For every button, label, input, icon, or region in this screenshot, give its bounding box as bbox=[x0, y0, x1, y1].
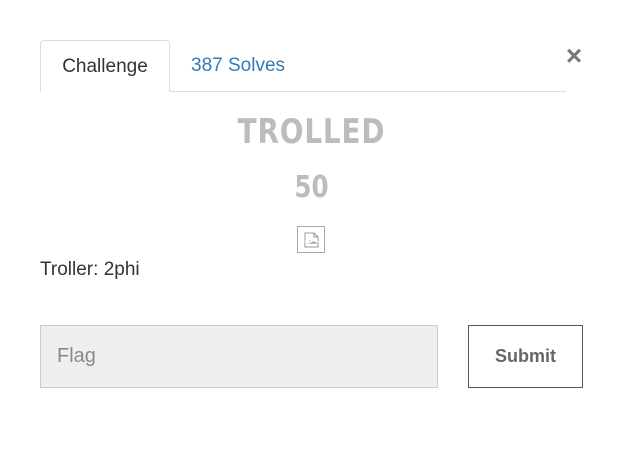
challenge-name: TROLLED bbox=[237, 112, 386, 152]
challenge-description: Troller: 2phi bbox=[40, 259, 140, 280]
broken-image-icon bbox=[297, 226, 325, 253]
challenge-tabs: Challenge 387 Solves bbox=[40, 40, 566, 92]
tab-solves[interactable]: 387 Solves bbox=[191, 40, 285, 91]
challenge-modal: × Challenge 387 Solves TROLLED 50 Trolle… bbox=[0, 0, 623, 450]
flag-input[interactable] bbox=[40, 325, 438, 388]
tab-challenge[interactable]: Challenge bbox=[40, 40, 170, 92]
submit-button[interactable]: Submit bbox=[468, 325, 583, 388]
challenge-value: 50 bbox=[294, 170, 329, 205]
